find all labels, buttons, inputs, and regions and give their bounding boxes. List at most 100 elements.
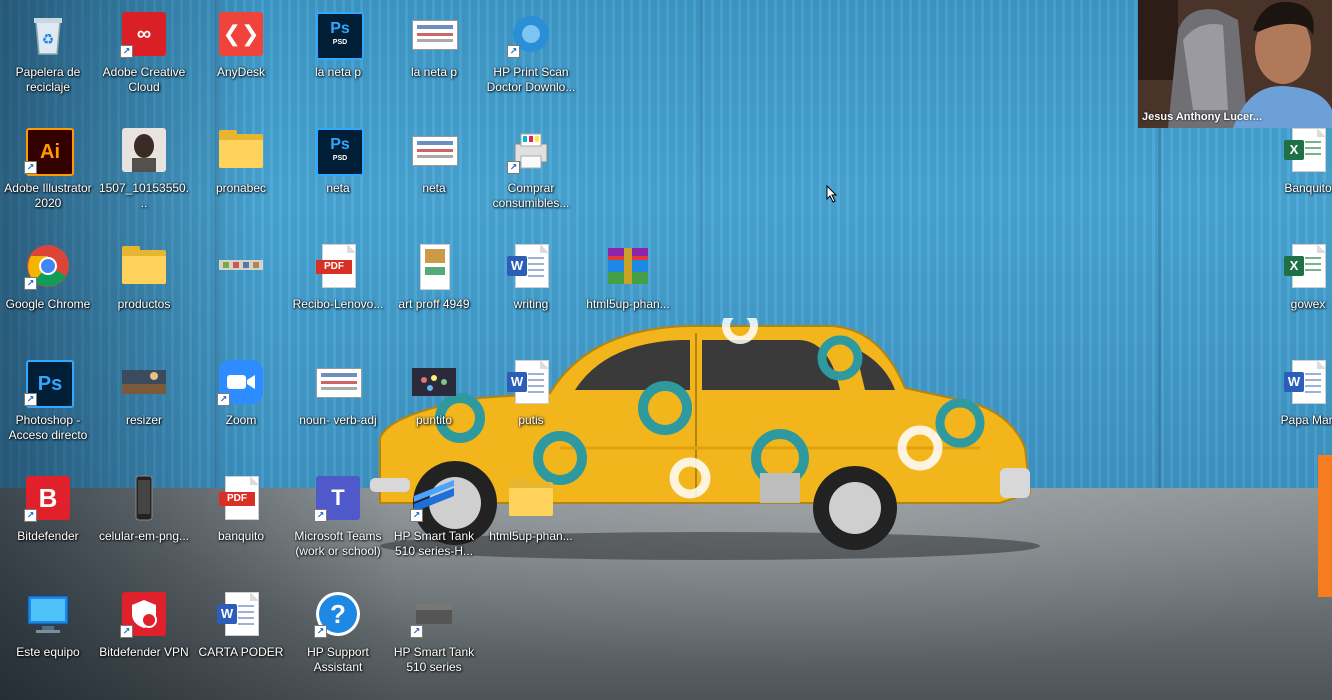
shortcut-arrow-icon: ↗: [217, 393, 230, 406]
shortcut-arrow-icon: ↗: [24, 509, 37, 522]
desktop-icon-art-proff-4949[interactable]: art proff 4949: [388, 236, 480, 346]
recycle-icon: ♻: [24, 10, 72, 58]
desktop-icon-la-neta-p[interactable]: la neta p: [388, 4, 480, 114]
desktop-icon-noun-verb-adj[interactable]: noun- verb-adj: [292, 352, 384, 462]
desktop[interactable]: ♻ Papelera de reciclaje ∞ ↗ Adobe Creative C…: [0, 0, 1332, 700]
shortcut-arrow-icon: ↗: [24, 161, 37, 174]
desktop-icon-la-neta-p[interactable]: Ps PSD la neta p: [292, 4, 384, 114]
desktop-icon-label: banquito: [217, 529, 265, 543]
desktop-icon-banquito[interactable]: X Banquito: [1262, 120, 1332, 230]
desktop-icon-neta[interactable]: Ps PSD neta: [292, 120, 384, 230]
folder-icon: [120, 242, 168, 290]
folder-icon: [507, 474, 555, 522]
desktop-icon-label: Zoom: [225, 413, 257, 427]
desktop-icon-recibo-lenovo[interactable]: PDF Recibo-Lenovo...: [292, 236, 384, 346]
pdf-icon: PDF: [217, 474, 265, 522]
desktop-icon-celular-em-png[interactable]: celular-em-png...: [98, 468, 190, 578]
desktop-icon-hp-smart-tank-510-series[interactable]: ↗ HP Smart Tank 510 series: [388, 584, 480, 694]
bitdefender-icon: B ↗: [24, 474, 72, 522]
hp-scan-icon: ↗: [507, 10, 555, 58]
photo-landscape-icon: [120, 358, 168, 406]
desktop-icon-pronabec[interactable]: pronabec: [195, 120, 287, 230]
strip-icon: [217, 242, 265, 290]
desktop-icon-label: Papa Mari: [1280, 413, 1332, 427]
desktop-icon-label: Papelera de reciclaje: [15, 65, 81, 94]
desktop-icon-bitdefender-vpn[interactable]: ↗ Bitdefender VPN: [98, 584, 190, 694]
side-panel-tab[interactable]: [1318, 455, 1332, 597]
desktop-icon-resizer[interactable]: resizer: [98, 352, 190, 462]
desktop-icon-bitdefender[interactable]: B ↗ Bitdefender: [2, 468, 94, 578]
desktop-icon-gowex[interactable]: Xgowex: [1262, 236, 1332, 346]
desktop-icon-papelera-de-reciclaje[interactable]: ♻ Papelera de reciclaje: [2, 4, 94, 114]
shortcut-arrow-icon: ↗: [24, 393, 37, 406]
printer-dark-icon: ↗: [410, 590, 458, 638]
desktop-icon-label: la neta p: [314, 65, 362, 79]
ps-icon: Ps ↗: [24, 358, 74, 408]
desktop-icon-este-equipo[interactable]: Este equipo: [2, 584, 94, 694]
doc-image-icon: [410, 242, 458, 290]
photo-dark-icon: [410, 358, 458, 406]
adobecc-icon: ∞ ↗: [120, 10, 168, 58]
shortcut-arrow-icon: ↗: [120, 625, 133, 638]
zoom-icon: ↗: [217, 358, 265, 406]
printer-icon: ↗: [507, 126, 555, 174]
shortcut-arrow-icon: ↗: [410, 509, 423, 522]
desktop-icon-banquito[interactable]: PDF banquito: [195, 468, 287, 578]
desktop-icon-label: resizer: [125, 413, 162, 427]
desktop-icon-label: 1507_10153550...: [98, 181, 190, 210]
desktop-icon-anydesk[interactable]: ❮❯ AnyDesk: [195, 4, 287, 114]
desktop-icon-hp-smart-tank-510-series-h[interactable]: ↗ HP Smart Tank 510 series-H...: [388, 468, 480, 578]
desktop-icon-label: celular-em-png...: [98, 529, 190, 543]
desktop-icon-label: writing: [513, 297, 549, 311]
photo-icon: [120, 126, 168, 174]
desktop-icon-html5up-phan[interactable]: html5up-phan...: [582, 236, 674, 346]
desktop-icon-label: Photoshop - Acceso directo: [8, 413, 88, 442]
desktop-icon-productos[interactable]: productos: [98, 236, 190, 346]
desktop-icon-label: neta: [326, 181, 350, 195]
folder-icon: [217, 126, 265, 174]
desktop-icon-writing[interactable]: Wwriting: [485, 236, 577, 346]
desktop-icon-neta[interactable]: neta: [388, 120, 480, 230]
desktop-icon-label: la neta p: [410, 65, 458, 79]
desktop-icon-hp-print-scan-doctor-downlo[interactable]: ↗ HP Print Scan Doctor Downlo...: [485, 4, 577, 114]
desktop-icon-1507-10153550[interactable]: 1507_10153550...: [98, 120, 190, 230]
desktop-icon-zoom[interactable]: ↗ Zoom: [195, 352, 287, 462]
desktop-icon-google-chrome[interactable]: ↗ Google Chrome: [2, 236, 94, 346]
desktop-icon-papa-mari[interactable]: W Papa Mari: [1262, 352, 1332, 462]
anydesk-icon: ❮❯: [217, 10, 265, 58]
winrar-icon: [604, 242, 652, 290]
desktop-icon-label: Adobe Illustrator 2020: [4, 181, 92, 210]
desktop-icon-comprar-consumibles[interactable]: ↗ Comprar consumibles...: [485, 120, 577, 230]
desktop-icon-microsoft-teams-work-or-school[interactable]: T ↗ Microsoft Teams (work or school): [292, 468, 384, 578]
desktop-icon-label: HP Smart Tank 510 series: [393, 645, 475, 674]
pdf-icon: PDF: [314, 242, 362, 290]
thumb-icon: [410, 126, 458, 174]
desktop-icon-adobe-illustrator-2020[interactable]: Ai ↗ Adobe Illustrator 2020: [2, 120, 94, 230]
desktop-icon-label: Banquito: [1284, 181, 1332, 195]
desktop-icon-label: Bitdefender: [17, 529, 79, 543]
desktop-icon-adobe-creative-cloud[interactable]: ∞ ↗ Adobe Creative Cloud: [98, 4, 190, 114]
participant-video: [1138, 0, 1332, 128]
desktop-icon-photoshop-acceso-directo[interactable]: Ps ↗ Photoshop - Acceso directo: [2, 352, 94, 462]
desktop-icon-label: gowex: [1290, 297, 1326, 311]
desktop-icon-label: Este equipo: [16, 645, 80, 659]
word-icon: W: [507, 358, 555, 406]
desktop-icon-html5up-phan[interactable]: html5up-phan...: [485, 468, 577, 578]
hp-support-icon: ? ↗: [314, 590, 362, 638]
shortcut-arrow-icon: ↗: [24, 277, 37, 290]
chrome-icon: ↗: [24, 242, 72, 290]
desktop-icon-label: putis: [518, 413, 544, 427]
desktop-icon-carta-poder[interactable]: W CARTA PODER: [195, 584, 287, 694]
desktop-icon-hp-support-assistant[interactable]: ? ↗ HP Support Assistant: [292, 584, 384, 694]
desktop-icon-label: HP Print Scan Doctor Downlo...: [486, 65, 576, 94]
excel-icon: X: [1284, 242, 1332, 290]
desktop-icon-label: CARTA PODER: [198, 645, 284, 659]
desktop-icon-blank[interactable]: [195, 236, 287, 346]
desktop-icon-label: Google Chrome: [5, 297, 91, 311]
desktop-icon-putis[interactable]: Wputis: [485, 352, 577, 462]
webcam-video-tile[interactable]: Jesus Anthony Lucer...: [1138, 0, 1332, 128]
psd-icon: Ps PSD: [314, 126, 364, 176]
desktop-icon-label: neta: [422, 181, 446, 195]
desktop-icon-label: Bitdefender VPN: [99, 645, 189, 659]
desktop-icon-puntito[interactable]: puntito: [388, 352, 480, 462]
